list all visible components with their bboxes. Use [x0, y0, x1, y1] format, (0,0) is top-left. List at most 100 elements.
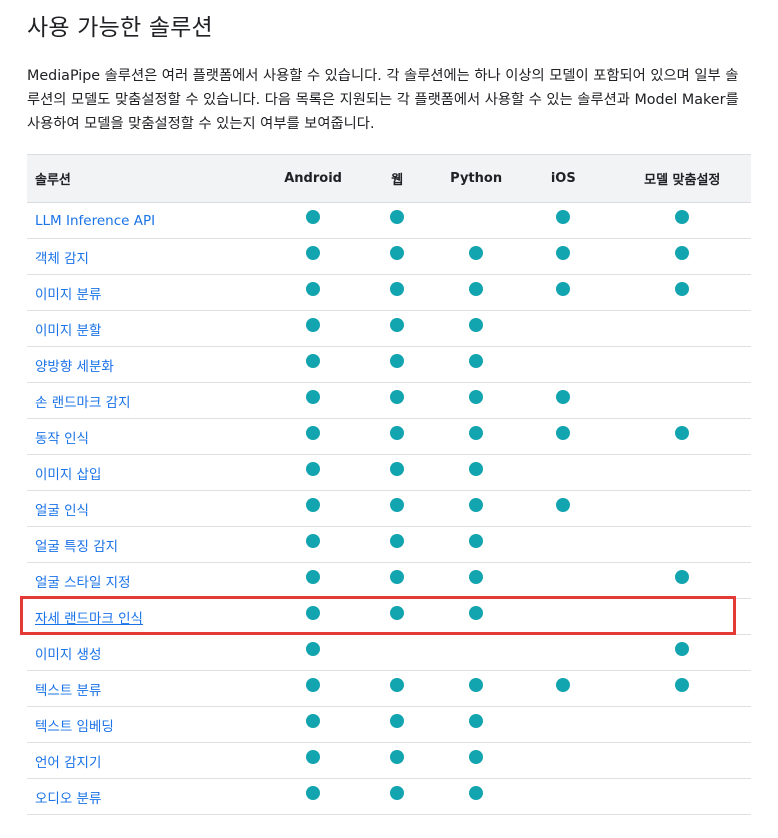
solution-name-cell: 양방향 세분화: [27, 346, 272, 383]
supported-dot-icon: [675, 570, 690, 584]
supported-dot-icon: [469, 462, 484, 476]
supported-dot-icon: [390, 462, 405, 476]
solution-link[interactable]: 오디오 분류: [35, 791, 101, 807]
support-cell-custom: [613, 382, 751, 419]
support-cell-python: [439, 238, 514, 275]
header-ios: iOS: [513, 154, 614, 203]
solution-link[interactable]: 이미지 삽입: [35, 467, 101, 483]
supported-dot-icon: [675, 246, 690, 260]
solution-link[interactable]: 얼굴 인식: [35, 503, 89, 519]
support-cell-python: [439, 634, 514, 671]
solution-link[interactable]: 이미지 분할: [35, 323, 101, 339]
support-cell-ios: [513, 274, 614, 311]
solution-link[interactable]: 언어 감지기: [35, 755, 101, 771]
solution-name-cell: 이미지 분류: [27, 274, 272, 311]
solution-name-cell: LLM Inference API: [27, 202, 272, 239]
solution-link[interactable]: 이미지 분류: [35, 287, 101, 303]
support-cell-android: [271, 670, 356, 707]
supported-dot-icon: [469, 714, 484, 728]
support-cell-custom: [613, 346, 751, 383]
support-cell-ios: [513, 598, 614, 635]
solution-link[interactable]: 텍스트 분류: [35, 683, 101, 699]
support-cell-python: [439, 562, 514, 599]
support-cell-custom: [613, 562, 751, 599]
table-row: 이미지 분류: [27, 274, 751, 311]
solution-link[interactable]: LLM Inference API: [35, 213, 155, 229]
support-cell-android: [271, 310, 356, 347]
supported-dot-icon: [469, 570, 484, 584]
table-row: 손 랜드마크 감지: [27, 382, 751, 419]
supported-dot-icon: [469, 318, 484, 332]
support-cell-ios: [513, 526, 614, 563]
support-cell-ios: [513, 634, 614, 671]
supported-dot-icon: [556, 210, 571, 224]
support-cell-web: [355, 274, 440, 311]
supported-dot-icon: [469, 390, 484, 404]
supported-dot-icon: [306, 246, 321, 260]
table-row: 언어 감지기: [27, 742, 751, 779]
support-cell-web: [355, 346, 440, 383]
support-cell-web: [355, 670, 440, 707]
header-android: Android: [271, 154, 356, 203]
solution-link[interactable]: 텍스트 임베딩: [35, 719, 114, 735]
support-cell-android: [271, 562, 356, 599]
table-row: LLM Inference API: [27, 202, 751, 239]
table-row: 이미지 삽입: [27, 454, 751, 491]
supported-dot-icon: [556, 282, 571, 296]
solution-name-cell: 얼굴 특징 감지: [27, 526, 272, 563]
support-cell-android: [271, 598, 356, 635]
supported-dot-icon: [306, 678, 321, 692]
support-cell-ios: [513, 310, 614, 347]
supported-dot-icon: [390, 426, 405, 440]
support-cell-web: [355, 526, 440, 563]
support-cell-python: [439, 778, 514, 815]
support-cell-custom: [613, 454, 751, 491]
supported-dot-icon: [390, 534, 405, 548]
solution-link[interactable]: 양방향 세분화: [35, 359, 114, 375]
support-cell-web: [355, 634, 440, 671]
solution-link[interactable]: 자세 랜드마크 인식: [35, 611, 143, 627]
support-cell-custom: [613, 202, 751, 239]
solution-name-cell: 얼굴 인식: [27, 490, 272, 527]
support-cell-ios: [513, 742, 614, 779]
support-cell-python: [439, 310, 514, 347]
solution-link[interactable]: 동작 인식: [35, 431, 89, 447]
supported-dot-icon: [556, 390, 571, 404]
support-cell-android: [271, 274, 356, 311]
solution-link[interactable]: 얼굴 스타일 지정: [35, 575, 131, 591]
support-cell-ios: [513, 238, 614, 275]
solution-name-cell: 오디오 분류: [27, 778, 272, 815]
supported-dot-icon: [390, 210, 405, 224]
support-cell-python: [439, 418, 514, 455]
supported-dot-icon: [306, 354, 321, 368]
support-cell-web: [355, 490, 440, 527]
support-cell-ios: [513, 490, 614, 527]
solution-link[interactable]: 객체 감지: [35, 251, 89, 267]
supported-dot-icon: [306, 534, 321, 548]
solution-link[interactable]: 얼굴 특징 감지: [35, 539, 118, 555]
supported-dot-icon: [675, 426, 690, 440]
support-cell-python: [439, 706, 514, 743]
solution-name-cell: 텍스트 분류: [27, 670, 272, 707]
support-cell-web: [355, 310, 440, 347]
solution-link[interactable]: 손 랜드마크 감지: [35, 395, 131, 411]
table-row: 이미지 생성: [27, 634, 751, 671]
support-cell-android: [271, 454, 356, 491]
header-model-customization: 모델 맞춤설정: [613, 154, 751, 203]
intro-paragraph: MediaPipe 솔루션은 여러 플랫폼에서 사용할 수 있습니다. 각 솔루…: [27, 68, 739, 132]
support-cell-custom: [613, 742, 751, 779]
support-cell-custom: [613, 238, 751, 275]
supported-dot-icon: [675, 678, 690, 692]
solution-link[interactable]: 이미지 생성: [35, 647, 101, 663]
supported-dot-icon: [306, 426, 321, 440]
support-cell-custom: [613, 778, 751, 815]
supported-dot-icon: [306, 642, 321, 656]
supported-dot-icon: [390, 354, 405, 368]
support-cell-python: [439, 598, 514, 635]
supported-dot-icon: [469, 426, 484, 440]
support-cell-android: [271, 634, 356, 671]
support-cell-android: [271, 490, 356, 527]
solution-name-cell: 얼굴 스타일 지정: [27, 562, 272, 599]
supported-dot-icon: [556, 246, 571, 260]
supported-dot-icon: [306, 318, 321, 332]
